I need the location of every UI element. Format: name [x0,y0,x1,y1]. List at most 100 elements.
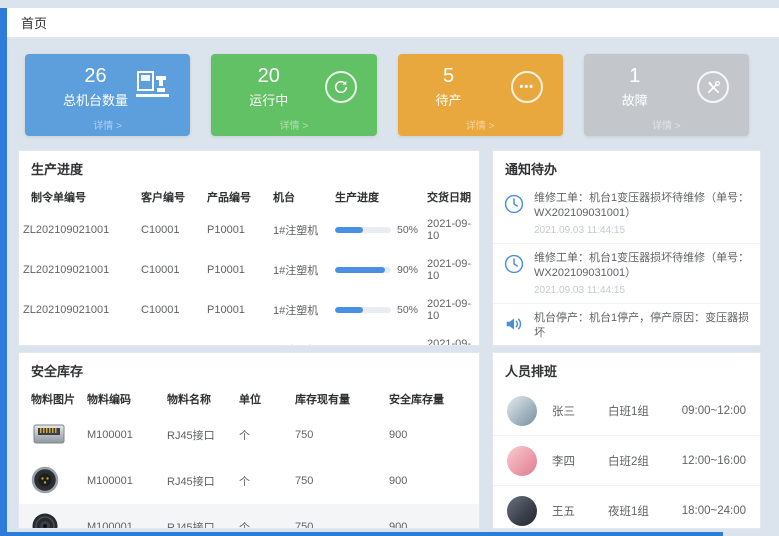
inventory-row[interactable]: M100001 RJ45接口 个 750 900 [19,412,479,458]
production-table: 制令单编号 客户编号 产品编号 机台 生产进度 交货日期 ZL202109021… [19,184,479,346]
production-row[interactable]: ZL202109021001 C10001 P10001 1#注塑机 90% 2… [19,250,479,290]
notification-item[interactable]: 维修工单：机台1变压器损坏待维修（单号：WX202109031001） 2021… [493,244,760,304]
schedule-panel-title: 人员排班 [493,353,760,386]
running-value: 20 [249,65,288,87]
inventory-header-row: 物料图片 物料编码 物料名称 单位 库存现有量 安全库存量 [19,386,479,412]
stat-card-total-machines[interactable]: 26 总机台数量 详情 > [25,54,190,136]
material-code: M100001 [83,458,163,504]
material-safety: 900 [385,458,479,504]
notification-item[interactable]: 维修工单：机台1变压器损坏待维修（单号：WX202109031001） 2021… [493,184,760,244]
progress-cell: 50% [331,330,423,346]
col-material-code: 物料编码 [83,386,163,412]
notification-body: 维修工单：机台1变压器损坏待维修（单号：WX202109031001） 2021… [534,191,750,236]
col-product: 产品编号 [203,184,269,210]
clock-icon [503,253,525,280]
progress-cell: 50% [331,290,423,330]
material-image-cell [19,504,83,529]
col-order: 制令单编号 [19,184,137,210]
stat-card-waiting[interactable]: 5 待产 ••• 详情 > [398,54,563,136]
progress-bar [335,227,391,233]
total-machines-detail-link[interactable]: 详情 > [93,117,122,136]
material-name: RJ45接口 [163,458,235,504]
staff-shift: 白班2组 [608,453,672,469]
progress-bar [335,267,391,273]
notification-body: 机台停产：机台1停产，停产原因：变压器损坏 2021.09.03 11:44:1… [534,311,750,346]
customer-no: C10001 [137,250,203,290]
notification-time: 2021.09.03 11:44:15 [534,225,750,236]
staff-shift: 白班1组 [608,403,672,419]
product-no: P10001 [203,290,269,330]
notifications-panel-title: 通知待办 [493,151,760,184]
material-code: M100001 [83,412,163,458]
material-image-cell [19,458,83,504]
schedule-row: 王五 夜班1组 18:00~24:00 [493,486,760,529]
progress-cell: 90% [331,250,423,290]
col-customer: 客户编号 [137,184,203,210]
left-edge-stripe [0,8,7,536]
card-text: 20 运行中 [249,65,288,109]
stat-cards: 26 总机台数量 详情 > [25,54,749,136]
card-text: 26 总机台数量 [63,65,128,109]
notification-item[interactable]: 机台停产：机台1停产，停产原因：变压器损坏 2021.09.03 11:44:1… [493,304,760,346]
total-machines-label: 总机台数量 [63,90,128,109]
production-progress-panel: 生产进度 制令单编号 客户编号 产品编号 机台 生产进度 交货日期 ZL2021… [18,150,480,346]
material-safety: 900 [385,412,479,458]
order-no: ZL202109021001 [19,250,137,290]
stat-card-running[interactable]: 20 运行中 详情 > [211,54,376,136]
col-unit: 单位 [235,386,291,412]
staff-time: 12:00~16:00 [682,455,746,467]
schedule-row: 张三 白班1组 09:00~12:00 [493,386,760,436]
customer-no: C10001 [137,290,203,330]
material-stock: 750 [291,412,385,458]
material-safety: 900 [385,504,479,529]
avatar [507,496,537,526]
speaker-icon [503,313,525,340]
production-row[interactable]: ZL202109021001 C10001 P10001 1#注塑机 50% 2… [19,330,479,346]
stat-card-fault[interactable]: 1 故障 详情 > [584,54,749,136]
staff-schedule-panel: 人员排班 张三 白班1组 09:00~12:00 李四 白班2组 12:00~1… [492,352,761,529]
card-main: 20 运行中 [211,54,376,109]
total-machines-value: 26 [63,65,128,87]
col-material-name: 物料名称 [163,386,235,412]
production-row[interactable]: ZL202109021001 C10001 P10001 1#注塑机 50% 2… [19,210,479,250]
inventory-row[interactable]: M100001 RJ45接口 个 750 900 [19,504,479,529]
progress-bar [335,307,391,313]
ellipsis-icon: ••• [511,71,543,103]
col-date: 交货日期 [423,184,479,210]
fault-detail-link[interactable]: 详情 > [652,117,681,136]
product-no: P10001 [203,250,269,290]
customer-no: C10001 [137,330,203,346]
progress-cell: 50% [331,210,423,250]
staff-name: 李四 [552,453,608,469]
machine-name: 1#注塑机 [269,210,331,250]
col-stock: 库存现有量 [291,386,385,412]
notifications-panel: 通知待办 维修工单：机台1变压器损坏待维修（单号：WX202109031001）… [492,150,761,346]
home-tab[interactable]: 首页 [21,13,47,32]
running-detail-link[interactable]: 详情 > [280,117,309,136]
refresh-icon [325,71,357,103]
order-no: ZL202109021001 [19,330,137,346]
progress-label: 50% [397,224,418,236]
machine-icon [136,70,170,105]
topbar: 首页 [7,8,779,38]
staff-name: 王五 [552,503,608,519]
product-no: P10001 [203,210,269,250]
avatar [507,446,537,476]
waiting-value: 5 [436,65,462,87]
customer-no: C10001 [137,210,203,250]
rj45-connector-image [31,439,67,451]
notification-body: 维修工单：机台1变压器损坏待维修（单号：WX202109031001） 2021… [534,251,750,296]
machine-name: 1#注塑机 [269,330,331,346]
machine-name: 1#注塑机 [269,290,331,330]
col-material-image: 物料图片 [19,386,83,412]
card-main: 1 故障 [584,54,749,109]
dashboard-screen: 首页 26 总机台数量 [0,0,779,536]
product-no: P10001 [203,330,269,346]
staff-time: 18:00~24:00 [682,505,746,517]
notification-text: 机台停产：机台1停产，停产原因：变压器损坏 [534,311,750,342]
production-row[interactable]: ZL202109021001 C10001 P10001 1#注塑机 50% 2… [19,290,479,330]
waiting-detail-link[interactable]: 详情 > [466,117,495,136]
inventory-row[interactable]: M100001 RJ45接口 个 750 900 [19,458,479,504]
material-stock: 750 [291,458,385,504]
running-label: 运行中 [249,90,288,109]
